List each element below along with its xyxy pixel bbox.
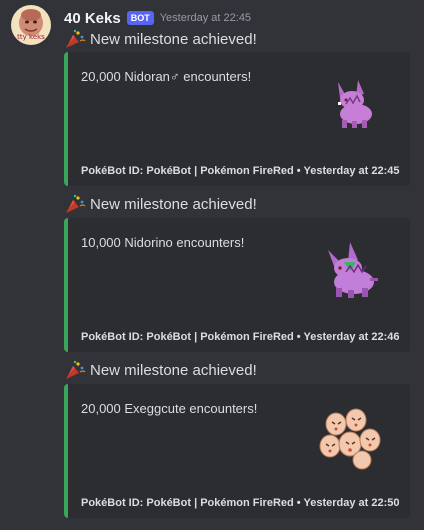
avatar[interactable]: tty keks <box>11 5 51 45</box>
message-line: New milestone achieved! <box>64 28 257 50</box>
message-line: New milestone achieved! <box>64 359 257 381</box>
embed-footer: PokéBot ID: PokéBot | Pokémon FireRed • … <box>81 331 400 343</box>
message-timestamp[interactable]: Yesterday at 22:45 <box>160 12 251 24</box>
avatar-text: tty keks <box>17 33 45 41</box>
nidoran-male-sprite <box>338 80 372 128</box>
embed-card: 20,000 Exeggcute encounters! PokéBot ID:… <box>64 384 410 518</box>
message-header: 40 Keks BOT Yesterday at 22:45 <box>64 8 251 28</box>
exeggcute-sprite <box>319 408 381 470</box>
message-text: New milestone achieved! <box>90 30 257 48</box>
message-text: New milestone achieved! <box>90 361 257 379</box>
message-line: New milestone achieved! <box>64 193 257 215</box>
embed-footer: PokéBot ID: PokéBot | Pokémon FireRed • … <box>81 165 400 177</box>
embed-description: 10,000 Nidorino encounters! <box>81 235 245 250</box>
embed-description: 20,000 Exeggcute encounters! <box>81 401 258 416</box>
party-popper-icon <box>66 29 86 48</box>
party-popper-icon <box>66 360 86 379</box>
party-popper-icon <box>66 194 86 213</box>
embed-description: 20,000 Nidoran♂ encounters! <box>81 69 252 84</box>
embed-footer: PokéBot ID: PokéBot | Pokémon FireRed • … <box>81 497 400 509</box>
username[interactable]: 40 Keks <box>64 10 121 27</box>
embed-card: 20,000 Nidoran♂ encounters! PokéBot ID: … <box>64 52 410 186</box>
bot-badge: BOT <box>126 11 154 25</box>
embed-card: 10,000 Nidorino encounters! PokéBot ID: … <box>64 218 410 352</box>
message-text: New milestone achieved! <box>90 195 257 213</box>
nidorino-sprite <box>328 242 378 298</box>
